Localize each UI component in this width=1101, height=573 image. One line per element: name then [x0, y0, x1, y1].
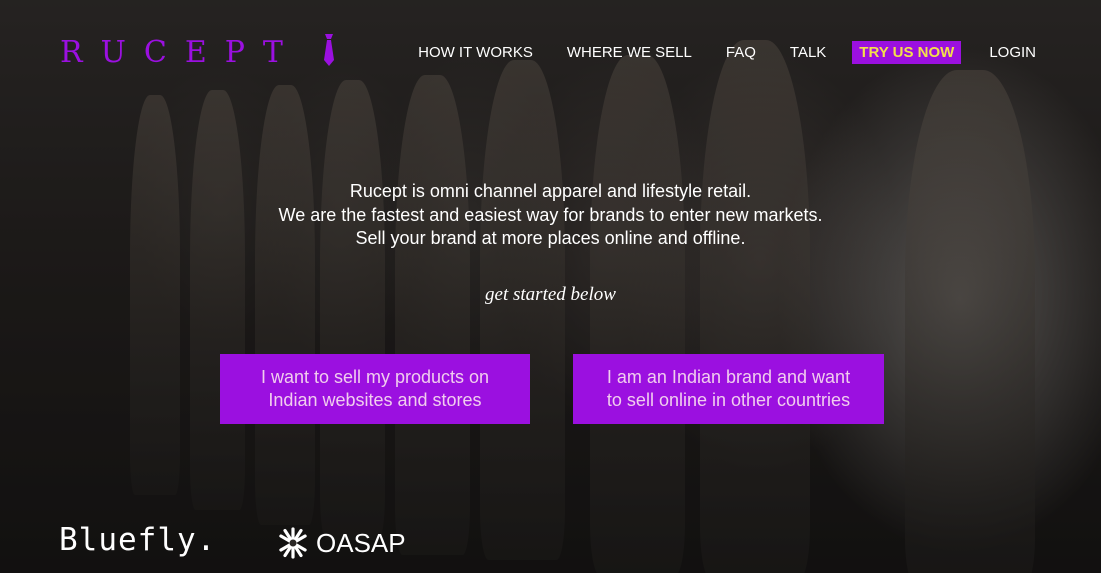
try-us-now-button[interactable]: TRY US NOW — [852, 41, 962, 64]
logo-text: RUCEPT — [60, 35, 301, 70]
main-nav: HOW IT WORKS WHERE WE SELL FAQ TALK TRY … — [384, 41, 1036, 64]
partner-name-oasap: OASAP — [316, 527, 406, 558]
nav-login[interactable]: LOGIN — [989, 44, 1036, 61]
tie-icon — [324, 34, 335, 66]
intro-line: We are the fastest and easiest way for b… — [278, 204, 823, 225]
nav-faq[interactable]: FAQ — [726, 44, 756, 61]
intro-text: Rucept is omni channel apparel and lifes… — [0, 180, 1101, 251]
sell-abroad-button[interactable]: I am an Indian brand and want to sell on… — [573, 354, 884, 424]
button-label-line: I want to sell my products on — [260, 367, 490, 387]
nav-how-it-works[interactable]: HOW IT WORKS — [418, 44, 533, 61]
nav-where-we-sell[interactable]: WHERE WE SELL — [567, 44, 692, 61]
partner-logo-oasap: OASAP — [276, 526, 406, 560]
logo[interactable]: RUCEPT — [60, 34, 336, 70]
partner-logo-bluefly: Bluefly. — [59, 522, 217, 558]
nav-talk[interactable]: TALK — [790, 44, 826, 61]
get-started-tagline: get started below — [485, 284, 616, 305]
intro-line: Sell your brand at more places online an… — [355, 228, 746, 248]
intro-line: Rucept is omni channel apparel and lifes… — [349, 181, 752, 201]
button-label-line: Indian websites and stores — [268, 390, 482, 410]
sell-in-india-button[interactable]: I want to sell my products on Indian web… — [220, 354, 530, 424]
button-label-line: I am an Indian brand and want — [606, 367, 851, 387]
snowflake-icon — [279, 527, 307, 559]
button-label-line: to sell online in other countries — [606, 390, 851, 410]
